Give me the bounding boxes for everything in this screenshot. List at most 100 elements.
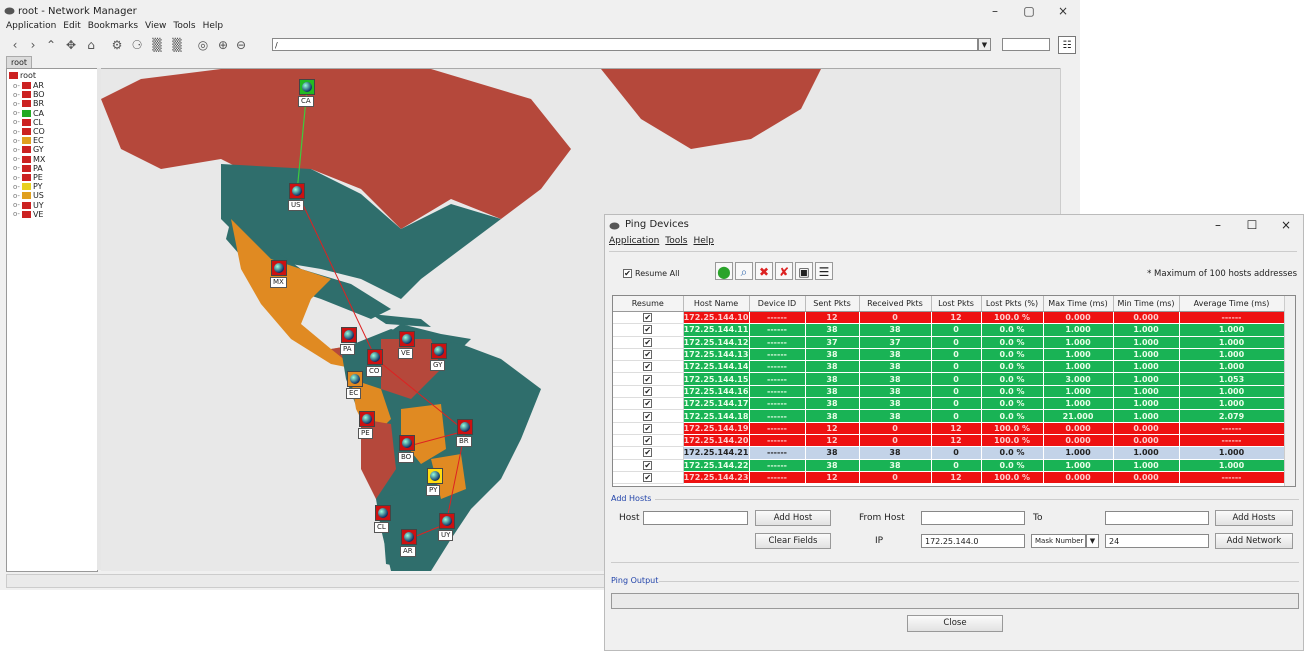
column-header[interactable]: Min Time (ms) [1113, 296, 1180, 312]
tree-item-co[interactable]: o- CO [13, 127, 45, 136]
table-row[interactable]: ✔ 172.25.144.11 ------ 38 38 0 0.0 % 1.000 1.000… [613, 323, 1285, 337]
resume-checkbox[interactable]: ✔ [643, 337, 653, 347]
mask-select[interactable]: Mask Number [1031, 534, 1086, 548]
collapse-divider[interactable] [611, 562, 1299, 563]
tree-item-mx[interactable]: o- MX [13, 155, 45, 164]
discover-icon[interactable]: ⚙ [108, 36, 126, 54]
map-node-ar[interactable] [401, 529, 417, 545]
map-node-pe[interactable] [359, 411, 375, 427]
tree-item-py[interactable]: o- PY [13, 182, 43, 191]
menu-bookmarks[interactable]: Bookmarks [88, 21, 138, 35]
table-row[interactable]: ✔ 172.25.144.13 ------ 38 38 0 0.0 % 1.000 1.000… [613, 348, 1285, 362]
tree-item-uy[interactable]: o- UY [13, 201, 44, 210]
column-header[interactable]: Lost Pkts (%) [981, 296, 1044, 312]
column-header[interactable]: Resume [613, 296, 684, 312]
expand-icon[interactable]: o- [13, 109, 20, 117]
table-row[interactable]: ✔ 172.25.144.19 ------ 12 0 12 100.0 % 0.000 0.0… [613, 422, 1285, 435]
tree-item-pa[interactable]: o- PA [13, 164, 43, 173]
table-row[interactable]: ✔ 172.25.144.17 ------ 38 38 0 0.0 % 1.000 1.000… [613, 397, 1285, 411]
tree-item-gy[interactable]: o- GY [13, 145, 44, 154]
table-row[interactable]: ✔ 172.25.144.21 ------ 38 38 0 0.0 % 1.000 1.000… [613, 446, 1285, 460]
back-icon[interactable]: ‹ [6, 36, 24, 54]
map-node-gy[interactable] [431, 343, 447, 359]
host-input[interactable] [643, 511, 748, 525]
menu-help[interactable]: Help [203, 21, 224, 35]
resume-checkbox[interactable]: ✔ [643, 473, 653, 482]
map-node-mx[interactable] [271, 260, 287, 276]
resume-checkbox[interactable]: ✔ [643, 460, 653, 470]
tree-item-us[interactable]: o- US [13, 191, 44, 200]
map-node-uy[interactable] [439, 513, 455, 529]
to-host-input[interactable] [1105, 511, 1209, 525]
add-host-button[interactable]: Add Host [755, 510, 831, 526]
expand-icon[interactable]: o- [13, 118, 20, 126]
zoom-in-icon[interactable]: ⊕ [214, 36, 232, 54]
search-input[interactable] [1002, 38, 1050, 51]
map-node-ve[interactable] [399, 331, 415, 347]
snmp-walk-icon[interactable]: ▒ [148, 36, 166, 54]
table-row[interactable]: ✔ 172.25.144.16 ------ 38 38 0 0.0 % 1.000 1.000… [613, 385, 1285, 399]
expand-icon[interactable]: o- [13, 210, 20, 218]
resume-checkbox[interactable]: ✔ [643, 436, 653, 446]
snmp-set-icon[interactable]: ▒ [168, 36, 186, 54]
dialog-minimize-button[interactable]: – [1201, 215, 1235, 235]
zoom-out-icon[interactable]: ⊖ [232, 36, 250, 54]
map-node-py[interactable] [427, 468, 443, 484]
column-header[interactable]: Device ID [749, 296, 806, 312]
tree-item-bo[interactable]: o- BO [13, 90, 45, 99]
tree-item-ar[interactable]: o- AR [13, 81, 44, 90]
expand-icon[interactable]: o- [13, 164, 20, 172]
mask-number-input[interactable]: 24 [1105, 534, 1209, 548]
ip-input[interactable]: 172.25.144.0 [921, 534, 1025, 548]
resume-checkbox[interactable]: ✔ [643, 386, 653, 396]
expand-icon[interactable]: o- [13, 155, 20, 163]
up-icon[interactable]: ⌃ [42, 36, 60, 54]
column-header[interactable]: Sent Pkts [805, 296, 860, 312]
expand-icon[interactable]: o- [13, 174, 20, 182]
expand-icon[interactable]: o- [13, 128, 20, 136]
move-icon[interactable]: ✥ [62, 36, 80, 54]
tree-item-br[interactable]: o- BR [13, 99, 44, 108]
close-window-button[interactable]: × [1046, 0, 1080, 22]
path-input[interactable]: / [272, 38, 978, 51]
expand-icon[interactable]: o- [13, 146, 20, 154]
expand-icon[interactable]: o- [13, 100, 20, 108]
resume-checkbox[interactable]: ✔ [643, 423, 653, 433]
expand-icon[interactable]: o- [13, 192, 20, 200]
resume-checkbox[interactable]: ✔ [643, 411, 653, 421]
table-row[interactable]: ✔ 172.25.144.22 ------ 38 38 0 0.0 % 1.000 1.000… [613, 459, 1285, 472]
clear-fields-button[interactable]: Clear Fields [755, 533, 831, 549]
expand-icon[interactable]: o- [13, 91, 20, 99]
table-row[interactable]: ✔ 172.25.144.23 ------ 12 0 12 100.0 % 0.000 0.0… [613, 471, 1285, 485]
tree-item-ve[interactable]: o- VE [13, 210, 43, 219]
tree-item-ca[interactable]: o- CA [13, 109, 44, 118]
map-node-bo[interactable] [399, 435, 415, 451]
expand-icon[interactable]: o- [13, 183, 20, 191]
forward-icon[interactable]: › [24, 36, 42, 54]
resume-checkbox[interactable]: ✔ [643, 325, 653, 335]
report-icon[interactable]: ☰ [815, 262, 833, 280]
resume-checkbox[interactable]: ✔ [643, 313, 653, 323]
minimize-button[interactable]: – [978, 0, 1012, 22]
save-icon[interactable]: ▣ [795, 262, 813, 280]
resume-checkbox[interactable]: ✔ [643, 374, 653, 384]
expand-icon[interactable]: o- [13, 201, 20, 209]
resume-checkbox[interactable]: ✔ [643, 448, 653, 458]
table-row[interactable]: ✔ 172.25.144.20 ------ 12 0 12 100.0 % 0.000 0.0… [613, 434, 1285, 448]
dialog-close-window-button[interactable]: × [1269, 215, 1303, 235]
menu-view[interactable]: View [145, 21, 166, 35]
map-node-ca[interactable] [299, 79, 315, 95]
map-node-co[interactable] [367, 349, 383, 365]
menu-edit[interactable]: Edit [63, 21, 80, 35]
tree-item-cl[interactable]: o- CL [13, 118, 43, 127]
map-node-cl[interactable] [375, 505, 391, 521]
table-row[interactable]: ✔ 172.25.144.18 ------ 38 38 0 0.0 % 21.000 1.00… [613, 409, 1285, 423]
path-dropdown-icon[interactable]: ▼ [978, 38, 991, 51]
resume-checkbox[interactable]: ✔ [643, 362, 653, 372]
add-network-button[interactable]: Add Network [1215, 533, 1293, 549]
from-host-input[interactable] [921, 511, 1025, 525]
dialog-menu-application[interactable]: Application [609, 236, 659, 246]
map-node-br[interactable] [457, 419, 473, 435]
tree-item-ec[interactable]: o- EC [13, 136, 44, 145]
grid-icon[interactable]: ☷ [1058, 36, 1076, 54]
